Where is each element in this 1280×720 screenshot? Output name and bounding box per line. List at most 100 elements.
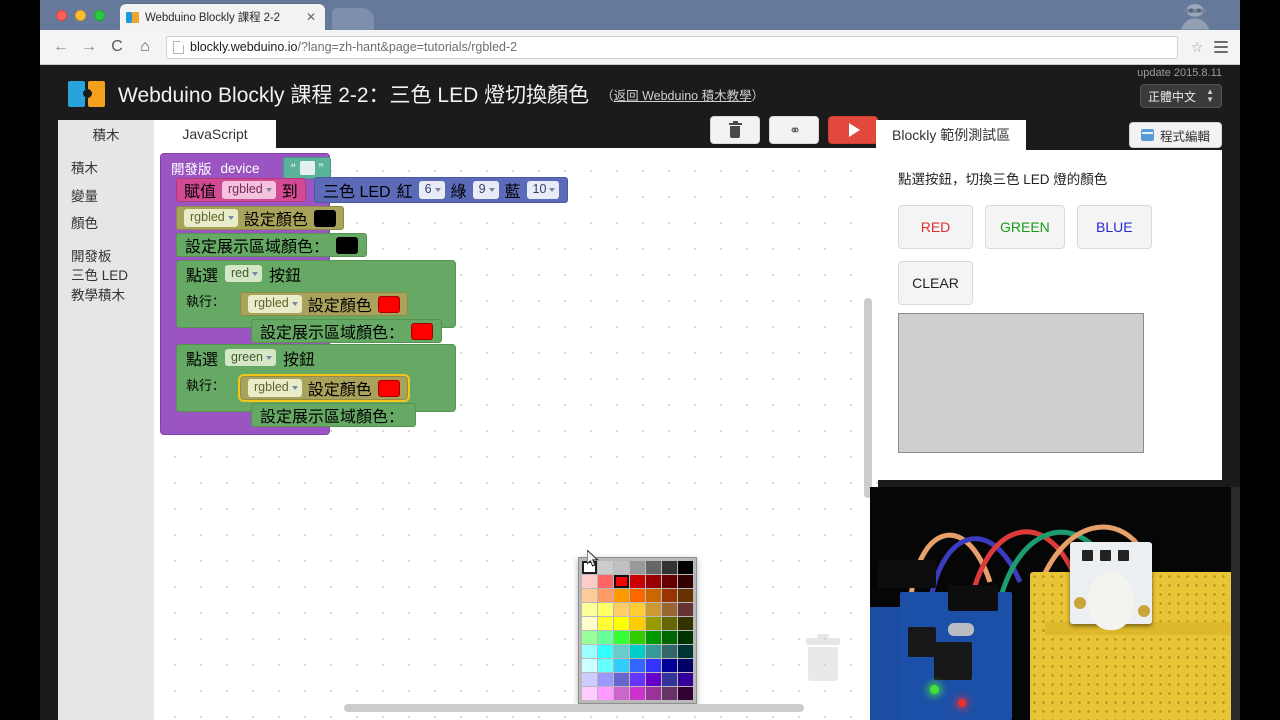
- color-swatch-16[interactable]: [614, 589, 629, 602]
- color-swatch-63[interactable]: [582, 687, 597, 700]
- demo-button-red[interactable]: RED: [898, 205, 973, 249]
- color-swatch-red-2[interactable]: [411, 322, 434, 340]
- page-scrollbar[interactable]: [1231, 487, 1240, 720]
- new-tab-button[interactable]: [332, 8, 374, 30]
- pin-blue-dropdown[interactable]: 10: [526, 181, 560, 199]
- color-swatch-55[interactable]: [678, 659, 693, 672]
- color-swatch-24[interactable]: [630, 603, 645, 616]
- color-swatch-black-1[interactable]: [313, 209, 336, 227]
- color-swatch-green-event-active[interactable]: [377, 379, 400, 397]
- back-to-tutorials-link[interactable]: （返回 Webduino 積木教學）: [601, 85, 764, 104]
- color-swatch-44[interactable]: [614, 645, 629, 658]
- color-swatch-15[interactable]: [598, 589, 613, 602]
- color-swatch-60[interactable]: [646, 673, 661, 686]
- color-swatch-39[interactable]: [646, 631, 661, 644]
- color-swatch-65[interactable]: [614, 687, 629, 700]
- color-swatch-14[interactable]: [582, 589, 597, 602]
- language-select[interactable]: 正體中文 ▲ ▼: [1140, 84, 1222, 108]
- link-button[interactable]: ⚭: [769, 116, 819, 144]
- color-swatch-19[interactable]: [662, 589, 677, 602]
- color-swatch-9[interactable]: [614, 575, 629, 588]
- color-swatch-49[interactable]: [582, 659, 597, 672]
- color-swatch-25[interactable]: [646, 603, 661, 616]
- color-swatch-32[interactable]: [646, 617, 661, 630]
- color-swatch-29[interactable]: [598, 617, 613, 630]
- color-swatch-11[interactable]: [646, 575, 661, 588]
- color-swatch-59[interactable]: [630, 673, 645, 686]
- pin-red-dropdown[interactable]: 6: [418, 181, 445, 199]
- color-swatch-45[interactable]: [630, 645, 645, 658]
- color-swatch-7[interactable]: [582, 575, 597, 588]
- block-set-color-init[interactable]: rgbled 設定顏色: [176, 206, 344, 230]
- color-swatch-20[interactable]: [678, 589, 693, 602]
- home-button[interactable]: ⌂: [132, 34, 158, 60]
- color-swatch-17[interactable]: [630, 589, 645, 602]
- workspace-vertical-scrollbar[interactable]: [864, 298, 872, 498]
- color-swatch-35[interactable]: [582, 631, 597, 644]
- set-color-variable-dropdown[interactable]: rgbled: [184, 209, 238, 227]
- delete-button[interactable]: [710, 116, 760, 144]
- color-swatch-34[interactable]: [678, 617, 693, 630]
- reload-button[interactable]: C: [104, 34, 130, 60]
- hamburger-menu-icon[interactable]: [1210, 41, 1232, 53]
- color-swatch-2[interactable]: [614, 561, 629, 574]
- color-swatch-30[interactable]: [614, 617, 629, 630]
- color-swatch-54[interactable]: [662, 659, 677, 672]
- color-swatch-48[interactable]: [678, 645, 693, 658]
- color-swatch-61[interactable]: [662, 673, 677, 686]
- color-swatch-26[interactable]: [662, 603, 677, 616]
- color-swatch-10[interactable]: [630, 575, 645, 588]
- tab-javascript[interactable]: JavaScript: [154, 120, 276, 148]
- demo-button-clear[interactable]: CLEAR: [898, 261, 973, 305]
- window-maximize-button[interactable]: [94, 10, 105, 21]
- color-swatch-18[interactable]: [646, 589, 661, 602]
- color-swatch-56[interactable]: [582, 673, 597, 686]
- color-swatch-64[interactable]: [598, 687, 613, 700]
- sidebar-item-board[interactable]: 開發板: [58, 247, 154, 267]
- sidebar-item-colour[interactable]: 顏色: [58, 210, 154, 238]
- color-swatch-36[interactable]: [598, 631, 613, 644]
- color-swatch-6[interactable]: [678, 561, 693, 574]
- color-swatch-3[interactable]: [630, 561, 645, 574]
- block-set-display-area-red[interactable]: 設定展示區域顏色：: [251, 319, 443, 343]
- color-swatch-5[interactable]: [662, 561, 677, 574]
- tab-close-icon[interactable]: ✕: [303, 11, 319, 23]
- color-swatch-21[interactable]: [582, 603, 597, 616]
- color-swatch-22[interactable]: [598, 603, 613, 616]
- code-edit-button[interactable]: 程式編輯: [1128, 122, 1222, 148]
- color-swatch-28[interactable]: [582, 617, 597, 630]
- workspace-trashcan-icon[interactable]: [804, 634, 842, 682]
- block-set-display-area-init[interactable]: 設定展示區域顏色：: [176, 233, 368, 257]
- color-swatch-42[interactable]: [582, 645, 597, 658]
- tab-demo-area[interactable]: Blockly 範例測試區: [876, 120, 1027, 150]
- block-rgbled-definition[interactable]: 三色 LED 紅 6 綠 9 藍 10: [314, 177, 569, 203]
- bookmark-star-icon[interactable]: ☆: [1186, 39, 1208, 56]
- color-swatch-69[interactable]: [678, 687, 693, 700]
- block-set-color-green[interactable]: rgbled 設定顏色: [238, 374, 410, 402]
- sidebar-item-blocks[interactable]: 積木: [58, 155, 154, 183]
- color-swatch-1[interactable]: [598, 561, 613, 574]
- color-swatch-58[interactable]: [614, 673, 629, 686]
- blockly-workspace[interactable]: 開發版 device “ ” 賦值 rgbled 到 三色 LED 紅 6 綠 …: [154, 148, 878, 720]
- color-swatch-57[interactable]: [598, 673, 613, 686]
- demo-button-blue[interactable]: BLUE: [1076, 205, 1152, 249]
- block-set-display-area-green[interactable]: 設定展示區域顏色：: [251, 403, 416, 427]
- back-link-text[interactable]: 返回 Webduino 積木教學: [614, 89, 752, 103]
- color-swatch-13[interactable]: [678, 575, 693, 588]
- color-swatch-31[interactable]: [630, 617, 645, 630]
- tab-blocks[interactable]: 積木: [58, 120, 154, 148]
- set-color-variable-dropdown-green[interactable]: rgbled: [248, 379, 302, 397]
- event-green-dropdown[interactable]: green: [225, 348, 276, 367]
- color-swatch-12[interactable]: [662, 575, 677, 588]
- event-red-dropdown[interactable]: red: [225, 264, 263, 283]
- color-swatch-53[interactable]: [646, 659, 661, 672]
- color-swatch-red-1[interactable]: [377, 295, 400, 313]
- color-swatch-23[interactable]: [614, 603, 629, 616]
- color-swatch-66[interactable]: [630, 687, 645, 700]
- color-swatch-62[interactable]: [678, 673, 693, 686]
- color-swatch-41[interactable]: [678, 631, 693, 644]
- set-color-variable-dropdown-red[interactable]: rgbled: [248, 295, 302, 313]
- window-minimize-button[interactable]: [75, 10, 86, 21]
- color-swatch-8[interactable]: [598, 575, 613, 588]
- assign-variable-dropdown[interactable]: rgbled: [222, 181, 276, 199]
